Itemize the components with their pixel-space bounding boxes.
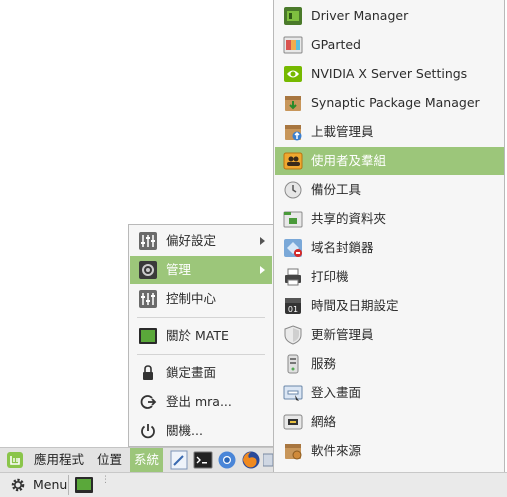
update-manager-icon (284, 325, 302, 345)
driver-manager-icon (284, 7, 302, 25)
shared-folders-icon (283, 211, 303, 228)
menu-item-label: Driver Manager (311, 8, 409, 23)
system-menu: 偏好設定 管理 控制中心 關於 MATE 鎖定畫面 登出 mra... 關機..… (128, 224, 274, 447)
administration-submenu: Driver Manager GParted NVIDIA X Server S… (273, 0, 505, 497)
menu-item-software-sources[interactable]: 軟件來源 (275, 437, 504, 465)
mail-icon[interactable] (263, 452, 273, 468)
printer-icon (285, 268, 301, 286)
gear-icon (11, 478, 25, 492)
mint-logo-icon (7, 452, 23, 468)
services-icon (287, 354, 299, 374)
panel-separator (68, 475, 69, 495)
administration-icon (139, 261, 157, 279)
menu-item-backup[interactable]: 備份工具 (275, 176, 504, 204)
backup-icon (284, 181, 302, 199)
menu-item-gparted[interactable]: GParted (275, 31, 504, 59)
menu-item-label: 打印機 (311, 269, 349, 284)
submenu-arrow-icon (260, 266, 265, 274)
menu-item-administration[interactable]: 管理 (130, 256, 272, 284)
menu-item-label: 服務 (311, 356, 337, 371)
menu-item-about-mate[interactable]: 關於 MATE (130, 322, 272, 350)
menu-item-label: 管理 (166, 262, 192, 277)
menu-item-printers[interactable]: 打印機 (275, 263, 504, 291)
upload-manager-icon (285, 125, 302, 141)
menu-item-label: GParted (311, 37, 361, 52)
svg-text:01: 01 (288, 305, 298, 314)
menu-item-label: 關於 MATE (166, 328, 229, 343)
menu-item-label: 上載管理員 (311, 124, 374, 139)
menu-separator (137, 354, 265, 355)
places-menu[interactable]: 位置 (97, 448, 122, 472)
menu-item-nvidia-settings[interactable]: NVIDIA X Server Settings (275, 60, 504, 88)
terminal-icon[interactable] (193, 450, 213, 470)
menu-separator (137, 317, 265, 318)
preferences-icon (139, 232, 157, 250)
calendar-icon: 01 (285, 298, 301, 314)
menu-item-label: Synaptic Package Manager (311, 95, 480, 110)
about-mate-icon (139, 328, 157, 344)
network-icon (283, 414, 303, 430)
menu-item-label: 共享的資料夾 (311, 211, 387, 226)
panel-handle[interactable]: ⋮ (101, 476, 110, 492)
menu-item-label: 控制中心 (166, 291, 217, 306)
logout-icon (140, 395, 157, 409)
menu-item-network[interactable]: 網絡 (275, 408, 504, 436)
menu-item-label: 登出 mra... (166, 394, 232, 409)
menu-item-label: 登入畫面 (311, 385, 362, 400)
menu-item-services[interactable]: 服務 (275, 350, 504, 378)
system-menu-button[interactable]: 系統 (130, 448, 164, 472)
menu-item-label: 軟件來源 (311, 443, 362, 458)
gparted-icon (283, 36, 303, 54)
menu-item-domain-blocker[interactable]: 域名封鎖器 (275, 234, 504, 262)
lock-icon (143, 365, 153, 380)
menu-item-logout[interactable]: 登出 mra... (130, 388, 272, 416)
menu-item-driver-manager[interactable]: Driver Manager (275, 2, 504, 30)
menu-item-synaptic[interactable]: Synaptic Package Manager (275, 89, 504, 117)
power-icon (141, 424, 155, 439)
control-center-icon (139, 290, 157, 308)
menu-item-shutdown[interactable]: 關機... (130, 417, 272, 445)
menu-item-label: 網絡 (311, 414, 337, 429)
domain-blocker-icon (284, 239, 302, 257)
menu-item-lock-screen[interactable]: 鎖定畫面 (130, 359, 272, 387)
menu-item-preferences[interactable]: 偏好設定 (130, 227, 272, 255)
menu-item-control-center[interactable]: 控制中心 (130, 285, 272, 313)
menu-item-login-screen[interactable]: 登入畫面 (275, 379, 504, 407)
menu-item-label: 更新管理員 (311, 327, 374, 342)
menu-item-time-date[interactable]: 01 時間及日期設定 (275, 292, 504, 320)
menu-item-update-manager[interactable]: 更新管理員 (275, 321, 504, 349)
menu-item-label: 關機... (166, 423, 203, 438)
menu-item-label: 使用者及羣組 (311, 153, 387, 168)
menu-item-label: NVIDIA X Server Settings (311, 66, 468, 81)
menu-item-label: 域名封鎖器 (311, 240, 374, 255)
firefox-icon[interactable] (241, 450, 261, 470)
submenu-arrow-icon (260, 237, 265, 245)
synaptic-icon (285, 96, 301, 111)
software-sources-icon (285, 444, 302, 460)
menu-item-upload-manager[interactable]: 上載管理員 (275, 118, 504, 146)
menu-item-label: 時間及日期設定 (311, 298, 399, 313)
menu-button[interactable]: Menu (33, 473, 67, 497)
menu-item-label: 偏好設定 (166, 233, 217, 248)
chromium-icon[interactable] (217, 450, 237, 470)
menu-item-shared-folders[interactable]: 共享的資料夾 (275, 205, 504, 233)
show-desktop-icon[interactable] (74, 475, 94, 495)
menu-item-label: 備份工具 (311, 182, 362, 197)
login-screen-icon (283, 385, 303, 401)
nvidia-icon (284, 66, 302, 82)
bottom-panel: Menu ⋮ (0, 472, 507, 497)
top-panel: 應用程式 位置 系統 (0, 447, 273, 472)
menu-item-label: 鎖定畫面 (166, 365, 217, 380)
menu-item-users-groups[interactable]: 使用者及羣組 (275, 147, 504, 175)
text-editor-icon[interactable] (169, 450, 189, 470)
users-groups-icon (283, 152, 303, 170)
applications-menu[interactable]: 應用程式 (34, 448, 84, 472)
